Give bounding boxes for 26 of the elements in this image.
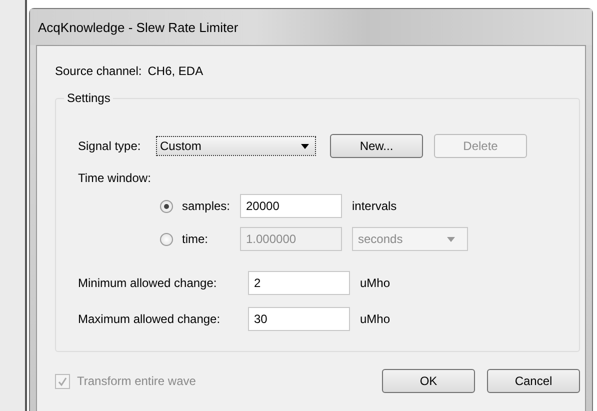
source-channel-value: CH6, EDA	[148, 64, 204, 78]
window-title: AcqKnowledge - Slew Rate Limiter	[38, 20, 238, 34]
dropdown-arrow-icon	[447, 236, 455, 242]
time-window-label: Time window:	[78, 171, 152, 185]
unit-label: intervals	[352, 199, 397, 213]
group-title: Settings	[64, 91, 114, 105]
source-channel-label: Source channel:	[55, 64, 142, 78]
action-button[interactable]: New...	[330, 134, 423, 158]
radio-button[interactable]	[160, 200, 173, 212]
limit-label: Minimum allowed change:	[78, 276, 218, 290]
signal-type-dropdown[interactable]: Custom	[156, 136, 316, 156]
unit-label: uMho	[360, 312, 390, 326]
radio-label: time:	[182, 232, 210, 246]
unit-label: uMho	[360, 276, 390, 290]
signal-type-label: Signal type:	[78, 139, 142, 153]
limit-label: Maximum allowed change:	[78, 312, 222, 326]
radio-label: samples:	[182, 199, 232, 213]
value-field[interactable]: 30	[248, 307, 350, 331]
value-field[interactable]: 2	[248, 271, 350, 295]
value-field[interactable]: 20000	[240, 194, 342, 218]
dialog-button[interactable]: OK	[382, 369, 475, 393]
dropdown-arrow-icon	[301, 144, 309, 148]
checkbox-label: Transform entire wave	[77, 374, 196, 388]
checkmark-icon	[57, 376, 68, 386]
dialog-button[interactable]: Cancel	[487, 369, 580, 393]
radio-button[interactable]	[160, 232, 173, 246]
